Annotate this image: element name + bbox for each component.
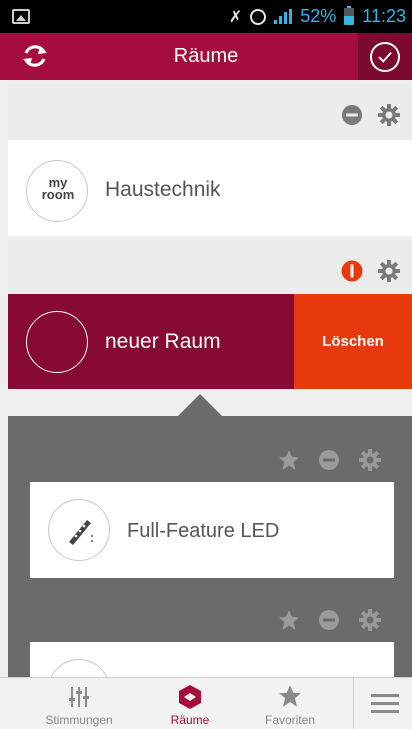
gear-icon[interactable] (358, 608, 382, 632)
check-circle-icon (370, 42, 400, 72)
gear-icon[interactable] (377, 259, 401, 283)
app-screen: ✗ 52% 11:23 Räume my room Haustechnik ne… (0, 0, 412, 729)
gear-icon[interactable] (377, 103, 401, 127)
room-item[interactable]: my room Haustechnik (8, 140, 412, 236)
remove-icon[interactable] (341, 104, 363, 126)
star-icon[interactable] (278, 449, 300, 471)
star-icon (279, 685, 301, 707)
nav-label: Räume (170, 713, 210, 727)
myroom-logo-text: my room (41, 175, 75, 202)
device-name: Full-Feature LED (127, 520, 280, 542)
battery-icon (344, 6, 355, 25)
nav-label: Favoriten (264, 713, 316, 727)
nav-item-raeume[interactable]: Räume (142, 678, 238, 729)
nav-label: Stimmungen (45, 713, 113, 727)
star-icon[interactable] (278, 609, 300, 631)
confirm-button[interactable] (358, 33, 412, 80)
room-image-placeholder (26, 311, 88, 373)
mute-icon: ✗ (228, 8, 243, 26)
rooms-icon (179, 685, 201, 709)
status-icons: ✗ 52% 11:23 (229, 0, 406, 33)
room-logo: my room (26, 160, 88, 222)
device-icon-circle (48, 499, 110, 561)
warning-icon[interactable] (341, 260, 363, 282)
clock: 11:23 (362, 6, 406, 26)
signal-icon (274, 9, 293, 24)
sliders-icon (69, 687, 89, 707)
app-header: Räume (0, 33, 412, 80)
device-item[interactable] (30, 642, 394, 721)
nav-item-favoriten[interactable]: Favoriten (240, 678, 340, 729)
bottom-navigation: Stimmungen Räume Favoriten (0, 677, 412, 729)
room-name: Haustechnik (105, 178, 221, 201)
room-name: neuer Raum (105, 330, 221, 353)
nav-item-stimmungen[interactable]: Stimmungen (26, 678, 132, 729)
expand-pointer (178, 394, 222, 416)
remove-icon[interactable] (318, 609, 340, 631)
led-strip-icon (69, 520, 94, 545)
room-item-selected[interactable]: neuer Raum Löschen (8, 294, 412, 389)
delete-button[interactable]: Löschen (294, 294, 412, 389)
gallery-notification-icon (12, 9, 30, 24)
room-group-header (8, 240, 412, 296)
room-group-header (8, 84, 412, 140)
device-item[interactable]: Full-Feature LED (30, 482, 394, 578)
battery-percent: 52% (300, 6, 337, 26)
hamburger-menu-icon[interactable] (353, 678, 412, 729)
gear-icon[interactable] (358, 448, 382, 472)
status-bar: ✗ 52% 11:23 (0, 0, 412, 33)
page-title: Räume (173, 45, 239, 67)
alarm-icon (250, 8, 267, 25)
remove-icon[interactable] (318, 449, 340, 471)
